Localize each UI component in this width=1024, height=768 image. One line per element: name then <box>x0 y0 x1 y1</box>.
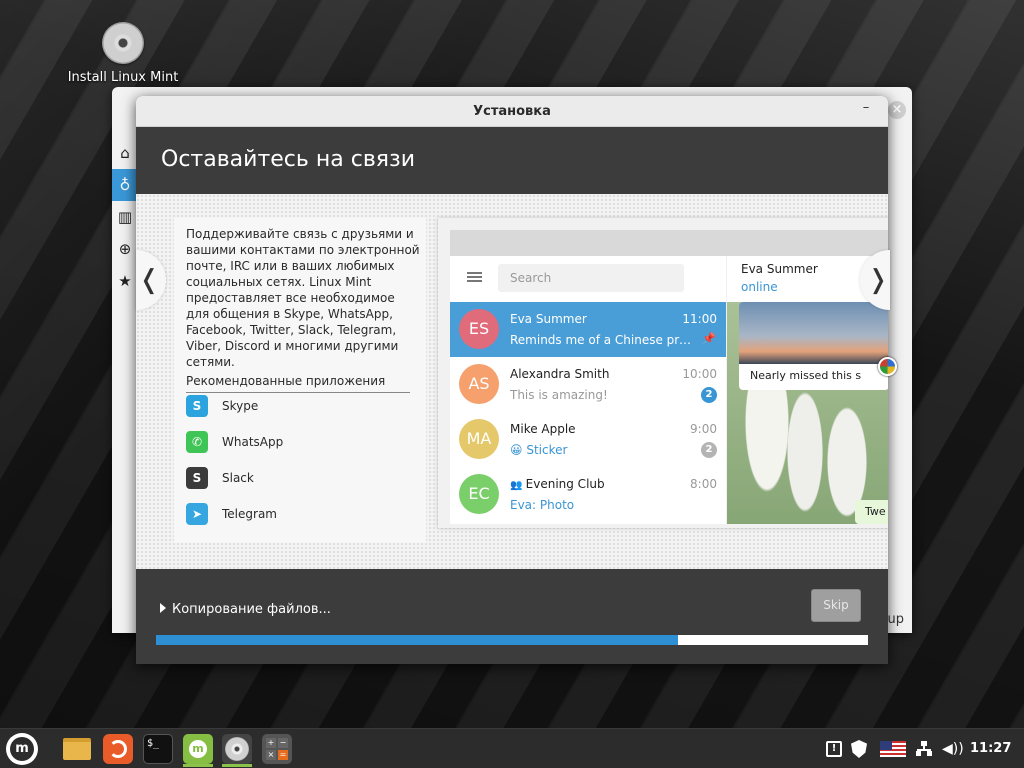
recommended-app-slack: S Slack <box>186 466 254 490</box>
progress-fill <box>156 635 678 645</box>
group-icon: 👥 <box>510 480 526 491</box>
star-icon[interactable]: ★ <box>112 265 138 297</box>
whatsapp-icon: ✆ <box>186 431 208 453</box>
install-linux-mint-desktop-icon[interactable]: Install Linux Mint <box>66 22 180 85</box>
recommended-app-skype: S Skype <box>186 394 258 418</box>
pin-icon: 📌 <box>702 332 716 345</box>
close-icon[interactable]: × <box>888 101 906 119</box>
chat-preview: This is amazing! <box>510 388 608 402</box>
recommended-app-whatsapp: ✆ WhatsApp <box>186 430 283 454</box>
clock[interactable]: 11:27 <box>970 741 1011 756</box>
recommended-apps-heading: Рекомендованные приложения <box>186 374 410 393</box>
avatar: ES <box>459 309 499 349</box>
slide-text-card: Поддерживайте связь с друзьями и вашими … <box>174 218 426 543</box>
terminal-icon[interactable]: $_ <box>143 734 173 764</box>
photo-caption: Nearly missed this s <box>750 369 862 382</box>
volume-icon[interactable]: ◀)) <box>942 729 964 768</box>
chat-name: Mike Apple <box>510 422 576 436</box>
disc-icon <box>102 22 144 64</box>
app-name: WhatsApp <box>222 435 284 449</box>
telegram-chat-row: AS Alexandra Smith 10:00 This is amazing! 2 <box>450 357 726 412</box>
minimize-button[interactable]: – <box>858 101 874 118</box>
chat-time: 10:00 <box>682 367 717 381</box>
chat-name: Eva Summer <box>510 312 587 326</box>
chat-time: 11:00 <box>682 312 717 326</box>
chat-time: 8:00 <box>690 477 717 491</box>
installer-window: Установка – Оставайтесь на связи Поддерж… <box>136 96 888 664</box>
calculator-icon[interactable]: + − × = <box>262 734 292 764</box>
slide-content: Поддерживайте связь с друзьями и вашими … <box>136 194 888 569</box>
lifebuoy-icon[interactable]: ⊕ <box>112 233 138 265</box>
telegram-icon: ➤ <box>186 503 208 525</box>
install-status[interactable]: Копирование файлов... <box>160 602 331 617</box>
install-progress-bar <box>156 635 868 645</box>
chat-preview: Eva: Photo <box>510 498 575 512</box>
mint-install-icon[interactable]: m <box>183 734 213 764</box>
app-name: Telegram <box>222 507 277 521</box>
active-indicator <box>183 764 213 767</box>
chat-preview: 😀 Sticker <box>510 443 568 457</box>
telegram-screenshot: Search ES Eva Summer 11:00 Reminds me of a … <box>438 218 888 528</box>
taskbar: m $_ m + − × = ! ◀)) 11:27 <box>0 728 1024 768</box>
avatar: MA <box>459 419 499 459</box>
menu-button[interactable]: m <box>6 733 38 765</box>
slide-heading: Оставайтесь на связи <box>136 127 888 194</box>
sunset-photo <box>739 302 888 364</box>
spinner-ball-icon <box>878 357 897 376</box>
us-flag-keyboard-icon[interactable] <box>880 729 906 768</box>
lightbulb-icon[interactable]: ♁ <box>112 169 138 201</box>
network-icon[interactable] <box>916 729 932 768</box>
tweet-message: Twe <box>855 500 888 524</box>
installer-titlebar[interactable]: Установка – <box>136 96 888 127</box>
hamburger-menu-icon <box>467 272 482 282</box>
shield-icon[interactable] <box>851 729 867 768</box>
welcome-sidebar: ⌂ ♁ ▥ ⊕ ★ <box>112 137 138 297</box>
chat-name: Alexandra Smith <box>510 367 610 381</box>
desktop-icon-label: Install Linux Mint <box>67 70 179 85</box>
book-icon[interactable]: ▥ <box>112 201 138 233</box>
window-title: Установка <box>473 104 551 119</box>
skype-icon: S <box>186 395 208 417</box>
chat-time: 9:00 <box>690 422 717 436</box>
status-text: Копирование файлов... <box>172 602 331 617</box>
slack-icon: S <box>186 467 208 489</box>
slide-description: Поддерживайте связь с друзьями и вашими … <box>186 227 420 369</box>
app-name: Slack <box>222 471 254 485</box>
photo-message: Nearly missed this s <box>739 302 888 390</box>
unread-badge: 2 <box>701 387 717 403</box>
chat-preview: Reminds me of a Chinese prover... <box>510 333 696 347</box>
telegram-search-input: Search <box>498 264 684 292</box>
installer-footer: Копирование файлов... Skip <box>136 569 888 664</box>
firefox-icon[interactable] <box>103 734 133 764</box>
app-name: Skype <box>222 399 259 413</box>
unread-badge: 2 <box>701 442 717 458</box>
recommended-app-telegram: ➤ Telegram <box>186 502 277 526</box>
telegram-chat-row: ES Eva Summer 11:00 Reminds me of a Chinese… <box>450 302 726 357</box>
avatar: EC <box>459 474 499 514</box>
chat-name: Evening Club <box>525 477 605 491</box>
partial-label: up <box>887 612 905 627</box>
folder-icon[interactable] <box>62 734 92 764</box>
telegram-chat-row: EC 👥 Evening Club 8:00 Eva: Photo <box>450 467 726 522</box>
telegram-titlebar <box>450 230 888 256</box>
expander-arrow-icon[interactable] <box>160 603 166 613</box>
telegram-chat-row: MA Mike Apple 9:00 😀 Sticker 2 <box>450 412 726 467</box>
skip-button[interactable]: Skip <box>811 589 861 622</box>
update-notice-icon[interactable]: ! <box>826 729 842 768</box>
disc-icon[interactable] <box>222 734 252 764</box>
home-icon[interactable]: ⌂ <box>112 137 138 169</box>
avatar: AS <box>459 364 499 404</box>
linux-mint-logo-icon: m <box>10 737 34 761</box>
active-indicator <box>222 764 252 767</box>
telegram-chat-list: Search ES Eva Summer 11:00 Reminds me of a … <box>450 256 726 524</box>
